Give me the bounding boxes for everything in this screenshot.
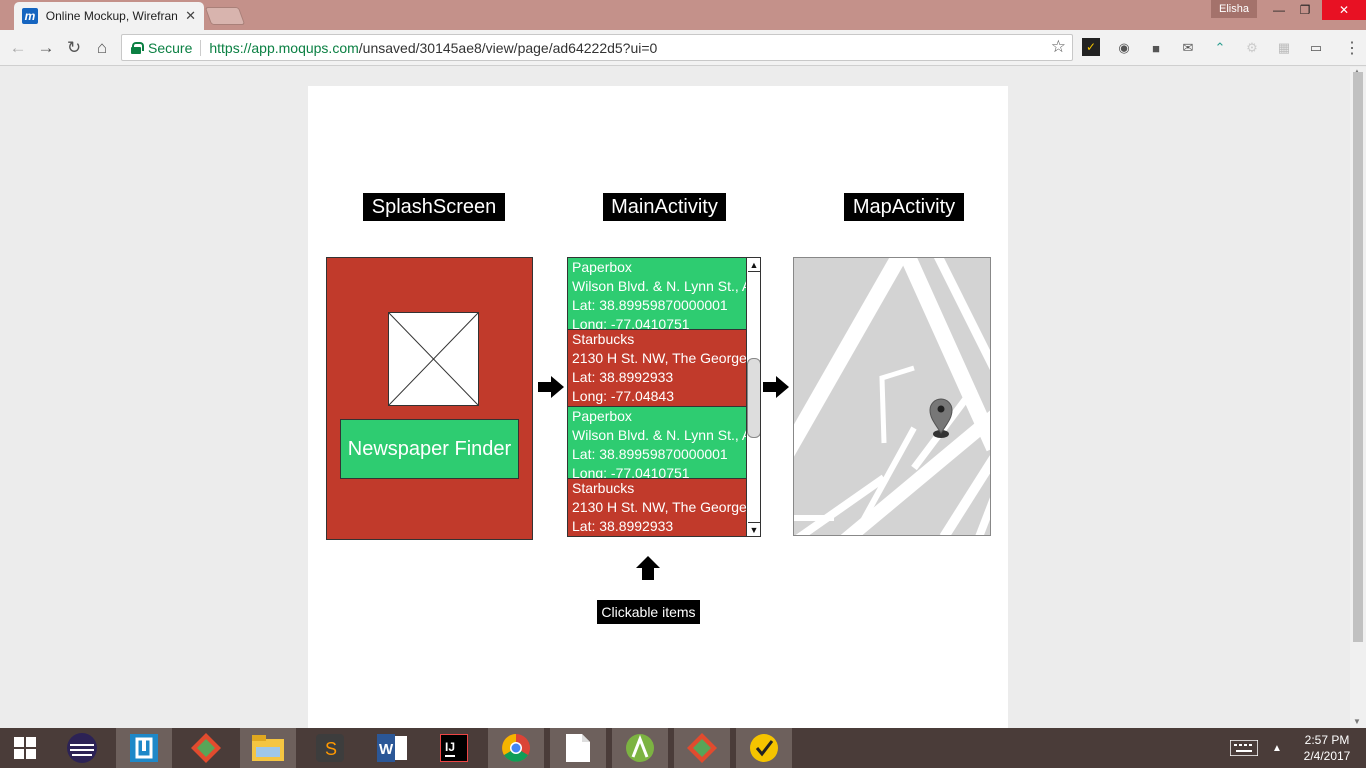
list-item-long: Long: -77.0410751 xyxy=(572,316,690,330)
clock-time: 2:57 PM xyxy=(1304,733,1350,747)
close-window-icon[interactable]: ✕ xyxy=(1322,0,1366,20)
list-item-long: Long: -77.0410751 xyxy=(572,465,690,479)
sublime-text-icon[interactable]: S xyxy=(302,728,358,768)
camera-extension-icon[interactable]: ◉ xyxy=(1114,38,1134,58)
list-item[interactable]: Paperbox Wilson Blvd. & N. Lynn St., Arl… xyxy=(568,258,746,330)
url-divider xyxy=(200,39,202,56)
url-base: https://app.moqups.com xyxy=(209,39,359,56)
list-item-lat: Lat: 38.8992933 xyxy=(572,369,674,385)
list-item[interactable]: Starbucks 2130 H St. NW, The George Wash… xyxy=(568,479,746,536)
mail-extension-icon[interactable]: ✉ xyxy=(1178,38,1198,58)
browser-title-bar: m Online Mockup, Wirefran ✕ Elisha — ❐ ✕ xyxy=(0,0,1366,30)
map-activity-mock xyxy=(793,257,991,536)
url-path: /unsaved/30145ae8/view/page/ad64222d5?ui… xyxy=(358,39,658,56)
file-icon[interactable] xyxy=(550,728,606,768)
map-streets xyxy=(794,258,990,535)
norton-icon[interactable] xyxy=(736,728,792,768)
norton-extension-icon[interactable]: ✓ xyxy=(1082,38,1100,56)
browser-toolbar: ← → ↻ ⌂ Secure https://app.moqups.com /u… xyxy=(0,30,1366,66)
list-item[interactable]: Paperbox Wilson Blvd. & N. Lynn St., Arl… xyxy=(568,407,746,479)
svg-text:IJ: IJ xyxy=(445,740,455,754)
page-scrollbar[interactable]: ▲ ▼ xyxy=(1350,67,1366,728)
eclipse-icon[interactable] xyxy=(54,728,110,768)
android-studio-icon[interactable] xyxy=(612,728,668,768)
map-pin-icon xyxy=(929,398,953,438)
keyboard-icon[interactable] xyxy=(1222,728,1266,768)
clickable-items-caption: Clickable items xyxy=(597,600,700,624)
page-viewport: SplashScreen MainActivity MapActivity Ne… xyxy=(0,67,1350,728)
list-item-name: Paperbox xyxy=(572,259,632,275)
map-activity-heading: MapActivity xyxy=(844,193,964,221)
address-bar[interactable]: Secure https://app.moqups.com /unsaved/3… xyxy=(121,34,1073,61)
image-placeholder-icon xyxy=(388,312,479,406)
chrome-icon[interactable] xyxy=(488,728,544,768)
svg-text:S: S xyxy=(325,739,337,759)
bookmark-star-icon[interactable]: ☆ xyxy=(1051,37,1066,57)
restore-icon[interactable]: ❐ xyxy=(1288,0,1322,20)
new-tab-button[interactable] xyxy=(204,7,246,25)
grid-extension-icon[interactable]: ▦ xyxy=(1274,38,1294,58)
list-item-lat: Lat: 38.89959870000001 xyxy=(572,446,728,462)
git-icon[interactable] xyxy=(674,728,730,768)
page-scroll-down-icon[interactable]: ▼ xyxy=(1353,717,1361,726)
chevron-up-icon[interactable]: ▲ xyxy=(1266,728,1288,768)
arrow-up-icon xyxy=(636,556,660,580)
word-icon[interactable]: W xyxy=(364,728,420,768)
list-item-address: 2130 H St. NW, The George Washington xyxy=(572,350,746,366)
tab-title: Online Mockup, Wirefran xyxy=(45,9,178,23)
sourcetree-icon[interactable] xyxy=(116,728,172,768)
list-item[interactable]: Starbucks 2130 H St. NW, The George Wash… xyxy=(568,330,746,407)
gear-extension-icon[interactable]: ⚙ xyxy=(1242,38,1262,58)
browser-tab[interactable]: m Online Mockup, Wirefran ✕ xyxy=(14,2,204,30)
list-item-name: Starbucks xyxy=(572,331,635,347)
secure-label: Secure xyxy=(148,39,193,56)
taskbar-clock[interactable]: 2:57 PM 2/4/2017 xyxy=(1292,732,1362,764)
list-scrollbar[interactable]: ▲ ▼ xyxy=(746,258,760,536)
back-icon[interactable]: ← xyxy=(6,36,30,60)
list-item-lat: Lat: 38.89959870000001 xyxy=(572,297,728,313)
splash-screen-heading: SplashScreen xyxy=(363,193,505,221)
forward-icon[interactable]: → xyxy=(34,36,58,60)
home-icon[interactable]: ⌂ xyxy=(90,36,114,60)
splash-screen-mock: Newspaper Finder xyxy=(326,257,533,540)
lock-icon xyxy=(131,42,144,54)
list-item-address: 2130 H St. NW, The George Washington xyxy=(572,499,746,515)
intellij-icon[interactable]: IJ xyxy=(426,728,482,768)
main-activity-list: Paperbox Wilson Blvd. & N. Lynn St., Arl… xyxy=(567,257,761,537)
list-item-address: Wilson Blvd. & N. Lynn St., Arlington xyxy=(572,278,746,294)
page-scroll-thumb[interactable] xyxy=(1353,72,1363,642)
reload-icon[interactable]: ↻ xyxy=(62,36,86,60)
profile-badge[interactable]: Elisha xyxy=(1211,0,1257,18)
file-explorer-icon[interactable] xyxy=(240,728,296,768)
chrome-menu-icon[interactable]: ⋮ xyxy=(1344,38,1360,58)
main-activity-heading: MainActivity xyxy=(603,193,726,221)
extension-icon[interactable]: ■ xyxy=(1146,38,1166,58)
mockup-canvas: SplashScreen MainActivity MapActivity Ne… xyxy=(308,86,1008,728)
svg-text:W: W xyxy=(379,741,394,758)
windows-start-icon[interactable] xyxy=(0,728,50,768)
git-icon[interactable] xyxy=(178,728,234,768)
list-scroll-thumb[interactable] xyxy=(747,358,760,438)
arrow-right-icon xyxy=(538,376,564,398)
list-item-lat: Lat: 38.8992933 xyxy=(572,518,674,534)
moqups-favicon-icon: m xyxy=(22,8,38,24)
newspaper-finder-button[interactable]: Newspaper Finder xyxy=(340,419,519,479)
arrow-right-icon xyxy=(763,376,789,398)
scroll-down-icon[interactable]: ▼ xyxy=(748,522,760,536)
list-item-name: Starbucks xyxy=(572,480,635,496)
clock-date: 2/4/2017 xyxy=(1303,749,1351,763)
windows-taskbar: S W IJ ▲ 2:57 PM 2/4/2017 xyxy=(0,728,1366,768)
cast-icon[interactable]: ▭ xyxy=(1306,38,1326,58)
list-item-name: Paperbox xyxy=(572,408,632,424)
list-item-address: Wilson Blvd. & N. Lynn St., Arlington xyxy=(572,427,746,443)
scroll-up-icon[interactable]: ▲ xyxy=(748,258,760,272)
rainbow-extension-icon[interactable]: ⌃ xyxy=(1210,38,1230,58)
list-item-long: Long: -77.04843 xyxy=(572,388,674,404)
tab-close-icon[interactable]: ✕ xyxy=(185,8,196,24)
